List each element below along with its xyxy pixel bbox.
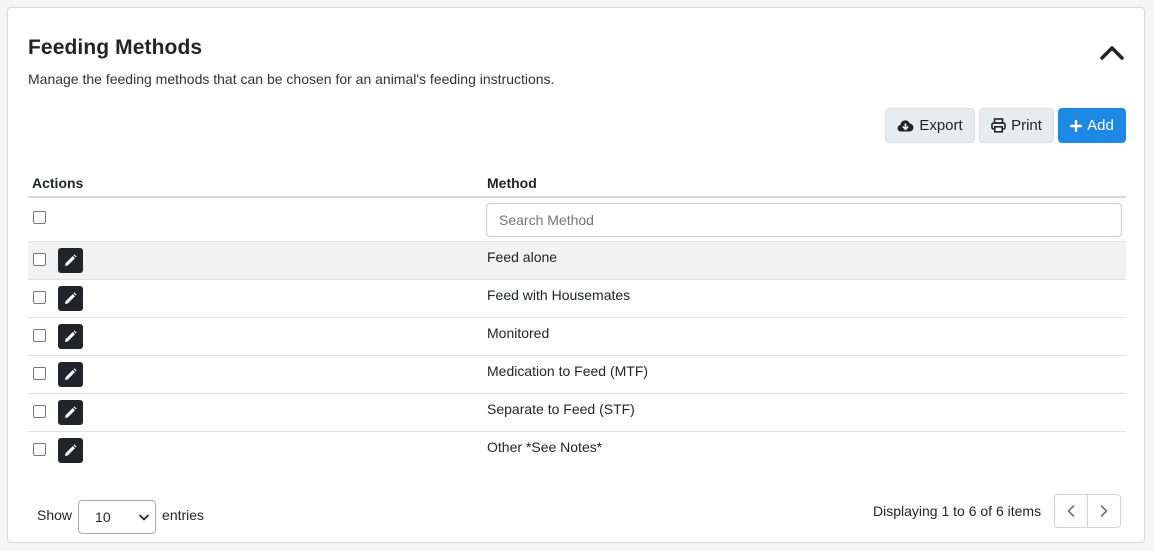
filter-row xyxy=(28,198,1126,242)
page-size-value: 10 xyxy=(95,509,111,525)
column-header-actions: Actions xyxy=(32,175,84,191)
export-button[interactable]: Export xyxy=(885,108,975,143)
table-header: Actions Method xyxy=(28,168,1126,198)
edit-button[interactable] xyxy=(58,324,83,349)
cloud-download-icon xyxy=(897,119,914,131)
methods-table: Actions Method Feed alone Feed with Hous… xyxy=(28,168,1126,470)
show-label: Show xyxy=(37,507,73,523)
edit-button[interactable] xyxy=(58,286,83,311)
previous-page-button[interactable] xyxy=(1054,494,1088,528)
chevron-down-icon xyxy=(139,514,149,520)
method-cell: Feed with Housemates xyxy=(487,287,631,303)
edit-button[interactable] xyxy=(58,362,83,387)
chevron-left-icon xyxy=(1067,505,1075,517)
pencil-icon xyxy=(65,254,77,266)
edit-button[interactable] xyxy=(58,248,83,273)
column-header-method: Method xyxy=(487,175,537,191)
table-row: Separate to Feed (STF) xyxy=(28,394,1126,432)
page-size-select[interactable]: 10 xyxy=(78,500,157,534)
page-title: Feeding Methods xyxy=(28,36,203,59)
table-row: Medication to Feed (MTF) xyxy=(28,356,1126,394)
export-label: Export xyxy=(919,117,963,134)
pagination-info: Displaying 1 to 6 of 6 items xyxy=(873,503,1042,519)
next-page-button[interactable] xyxy=(1087,494,1121,528)
search-method-input[interactable] xyxy=(486,203,1122,237)
page-size-control: Show 10 entries xyxy=(37,496,204,534)
table-row: Other *See Notes* xyxy=(28,432,1126,470)
page-subtitle: Manage the feeding methods that can be c… xyxy=(28,71,555,87)
row-checkbox[interactable] xyxy=(33,253,46,266)
plus-icon xyxy=(1070,119,1083,132)
method-cell: Separate to Feed (STF) xyxy=(487,401,635,417)
entries-label: entries xyxy=(162,507,205,523)
print-label: Print xyxy=(1011,117,1042,134)
method-cell: Monitored xyxy=(487,325,550,341)
row-checkbox[interactable] xyxy=(33,291,46,304)
collapse-button[interactable] xyxy=(1098,40,1126,64)
print-button[interactable]: Print xyxy=(979,108,1054,143)
select-all-checkbox[interactable] xyxy=(33,211,46,224)
edit-button[interactable] xyxy=(58,438,83,463)
method-cell: Feed alone xyxy=(487,249,558,265)
row-checkbox[interactable] xyxy=(33,405,46,418)
edit-button[interactable] xyxy=(58,400,83,425)
table-row: Feed alone xyxy=(28,242,1126,280)
feeding-methods-card: Feeding Methods Manage the feeding metho… xyxy=(7,7,1145,543)
pencil-icon xyxy=(65,368,77,380)
row-checkbox[interactable] xyxy=(33,329,46,342)
pencil-icon xyxy=(65,292,77,304)
pencil-icon xyxy=(65,444,77,456)
printer-icon xyxy=(991,118,1006,133)
pencil-icon xyxy=(65,406,77,418)
table-row: Feed with Housemates xyxy=(28,280,1126,318)
method-cell: Medication to Feed (MTF) xyxy=(487,363,649,379)
add-button[interactable]: Add xyxy=(1058,108,1126,143)
table-row: Monitored xyxy=(28,318,1126,356)
chevron-up-icon xyxy=(1100,46,1124,60)
method-cell: Other *See Notes* xyxy=(487,439,603,455)
row-checkbox[interactable] xyxy=(33,367,46,380)
pencil-icon xyxy=(65,330,77,342)
chevron-right-icon xyxy=(1100,505,1108,517)
row-checkbox[interactable] xyxy=(33,443,46,456)
add-label: Add xyxy=(1087,117,1114,134)
